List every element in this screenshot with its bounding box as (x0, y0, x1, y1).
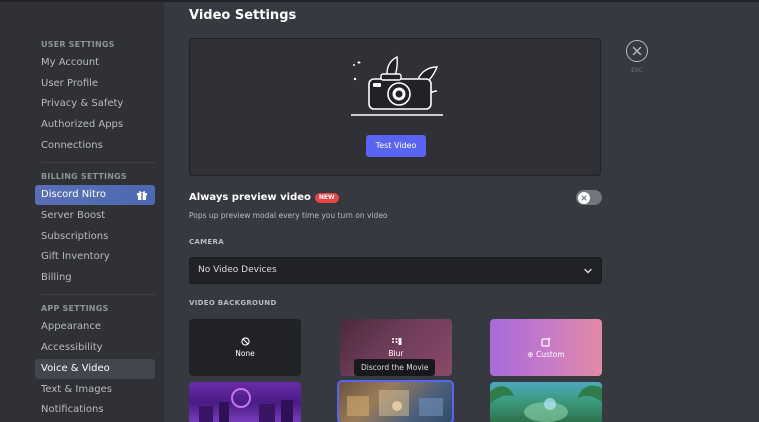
background-tile-discord-the-movie[interactable] (337, 380, 454, 422)
sidebar-item-subscriptions[interactable]: Subscriptions (35, 227, 155, 247)
background-tooltip: Discord the Movie (354, 359, 436, 376)
sidebar-item-text-images[interactable]: Text & Images (35, 380, 155, 400)
background-tile-jungle[interactable] (490, 382, 602, 422)
sidebar-item-accessibility[interactable]: Accessibility (35, 338, 155, 358)
close-button[interactable] (626, 40, 648, 62)
sidebar-item-user-profile[interactable]: User Profile (35, 74, 155, 94)
sidebar-separator (41, 162, 155, 163)
sidebar-item-authorized-apps[interactable]: Authorized Apps (35, 115, 155, 135)
tile-label-none: None (235, 349, 255, 358)
camera-section-label: CAMERA (189, 238, 224, 246)
settings-content: Video Settings Test Video ESC Always pre… (164, 2, 759, 422)
purple-city-thumbnail (199, 388, 293, 422)
sidebar-item-appearance[interactable]: Appearance (35, 317, 155, 337)
sidebar-item-my-account[interactable]: My Account (35, 53, 155, 73)
new-badge: NEW (314, 193, 339, 203)
always-preview-title: Always preview video NEW (189, 192, 339, 203)
video-background-section-label: VIDEO BACKGROUND (189, 299, 277, 307)
gift-icon (137, 191, 147, 200)
settings-sidebar: USER SETTINGS My Account User Profile Pr… (0, 2, 164, 422)
sidebar-heading-user-settings: USER SETTINGS (41, 40, 115, 49)
test-video-button[interactable]: Test Video (366, 135, 426, 157)
sidebar-item-connections[interactable]: Connections (35, 136, 155, 156)
image-upload-icon (541, 337, 551, 347)
background-tile-custom[interactable]: ⊕ Custom (490, 319, 602, 376)
camera-select-value: No Video Devices (198, 265, 277, 275)
toggle-off-icon (581, 194, 587, 201)
blur-icon (391, 338, 401, 345)
video-preview-panel: Test Video (189, 38, 601, 176)
none-icon (240, 337, 250, 346)
sidebar-item-billing[interactable]: Billing (35, 268, 155, 288)
tile-label-custom: ⊕ Custom (527, 349, 565, 359)
tile-content: None (189, 319, 301, 376)
camera-illustration-icon (351, 55, 443, 116)
background-tile-purple-city[interactable] (189, 382, 301, 422)
sidebar-item-discord-nitro[interactable]: Discord Nitro (35, 185, 155, 205)
sidebar-heading-app-settings: APP SETTINGS (41, 304, 109, 313)
always-preview-toggle[interactable] (576, 190, 602, 205)
sidebar-heading-billing-settings: BILLING SETTINGS (41, 172, 127, 181)
sidebar-separator (41, 294, 155, 295)
camera-select[interactable]: No Video Devices (189, 257, 602, 284)
chevron-down-icon (584, 268, 592, 274)
custom-label-text: Custom (535, 349, 565, 359)
background-tile-none[interactable]: None (189, 319, 301, 376)
tile-label-blur: Blur (388, 349, 404, 358)
always-preview-description: Pops up preview modal every time you tur… (189, 211, 388, 220)
tile-content: ⊕ Custom (490, 319, 602, 376)
sidebar-item-privacy-safety[interactable]: Privacy & Safety (35, 94, 155, 114)
esc-label: ESC (631, 67, 643, 74)
page-title: Video Settings (189, 8, 297, 23)
close-settings: ESC (626, 40, 650, 74)
toggle-knob (578, 191, 590, 204)
jungle-thumbnail (490, 385, 602, 422)
close-icon (632, 46, 642, 56)
sidebar-item-gift-inventory[interactable]: Gift Inventory (35, 247, 155, 267)
sidebar-item-voice-video[interactable]: Voice & Video (35, 359, 155, 379)
sidebar-item-label: Discord Nitro (41, 189, 106, 200)
always-preview-label: Always preview video (189, 192, 311, 203)
sidebar-item-server-boost[interactable]: Server Boost (35, 206, 155, 226)
movie-thumbnail (347, 390, 443, 416)
sidebar-item-notifications[interactable]: Notifications (35, 400, 155, 420)
